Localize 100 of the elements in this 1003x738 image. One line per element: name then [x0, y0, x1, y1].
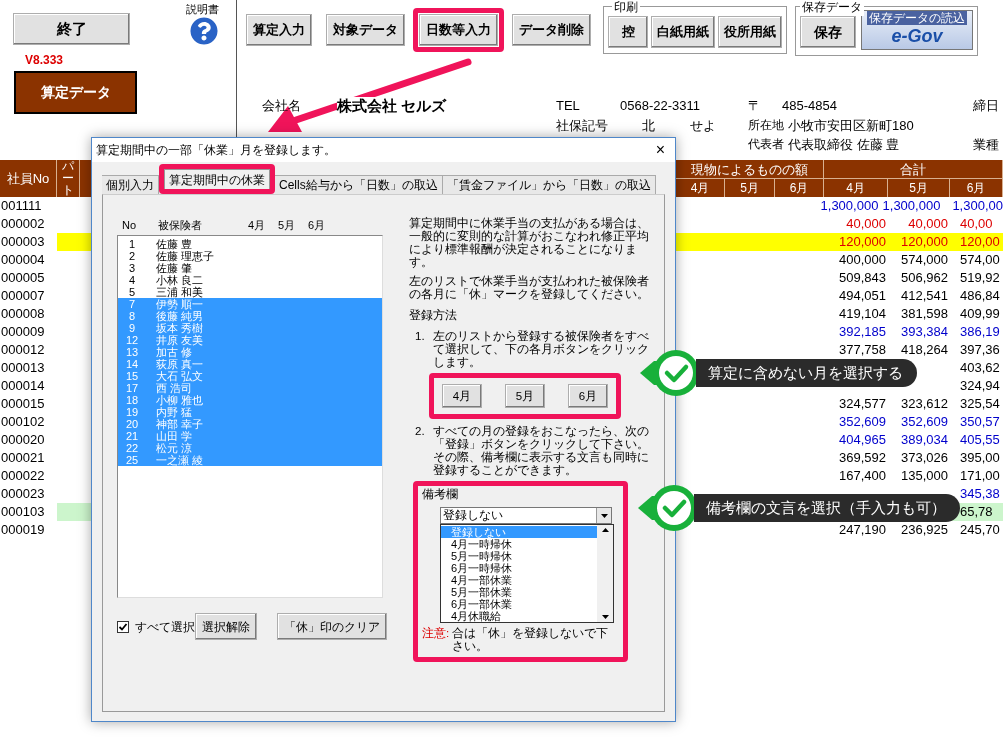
- table-cell-text: 381,598: [900, 305, 949, 323]
- table-cell-text: 412,541: [900, 287, 949, 305]
- dropdown-option[interactable]: 5月一部休業: [441, 586, 597, 598]
- save-button[interactable]: 保存: [800, 16, 856, 48]
- table-cell-text: 000012: [0, 341, 46, 359]
- dropdown-option[interactable]: 4月休職給: [441, 610, 597, 622]
- rep-value: 代表取締役 佐藤 豊: [788, 136, 901, 154]
- column-header: パート: [57, 160, 80, 197]
- table-cell-text: 000102: [0, 413, 46, 431]
- checkmark-icon: [118, 621, 128, 632]
- table-cell-text: 1,300,000: [881, 197, 942, 215]
- print-button[interactable]: 役所用紙: [718, 16, 782, 48]
- zip-value: 485-4854: [782, 97, 838, 115]
- table-cell-text: 1,300,000: [819, 197, 880, 215]
- list-item[interactable]: 2 佐藤 理恵子: [118, 250, 382, 262]
- list-header: 6月: [308, 218, 327, 233]
- table-cell-text: 389,034: [900, 431, 949, 449]
- table-cell-text: 403,62: [959, 359, 1001, 377]
- toolbar-button[interactable]: データ削除: [512, 14, 591, 46]
- calc-data-button[interactable]: 算定データ: [14, 71, 137, 114]
- field-label: 所在地: [748, 117, 785, 134]
- table-cell-text: 377,758: [838, 341, 887, 359]
- table-cell-text: 40,000: [845, 215, 887, 233]
- section-heading: 登録方法: [409, 309, 458, 322]
- toolbar-button[interactable]: 対象データ: [326, 14, 405, 46]
- month-button[interactable]: 6月: [568, 384, 608, 408]
- dialog-tab[interactable]: 算定期間中の休業: [164, 169, 270, 189]
- field-label: 代表者: [748, 136, 785, 153]
- column-header: 6月: [775, 179, 824, 197]
- caution-label: 注意:: [422, 627, 451, 641]
- table-cell-text: 40,00: [959, 215, 994, 233]
- list-item[interactable]: 3 佐藤 肇: [118, 262, 382, 274]
- callout-label: 算定に含めない月を選択する: [696, 359, 917, 387]
- table-cell-text: 40,000: [907, 215, 949, 233]
- print-button[interactable]: 控: [608, 16, 648, 48]
- table-cell-text: 171,00: [959, 467, 1001, 485]
- table-cell-text: 001111: [0, 197, 43, 215]
- list-header: No: [122, 218, 138, 233]
- table-cell-text: 395,00: [959, 449, 1001, 467]
- table-cell-text: 000003: [0, 233, 46, 251]
- table-cell-text: 486,84: [959, 287, 1001, 305]
- dialog-tab[interactable]: 個別入力: [102, 175, 159, 194]
- table-cell-text: 345,38: [959, 485, 1001, 503]
- table-cell-text: 000014: [0, 377, 46, 395]
- dialog-title: 算定期間中の一部「休業」月を登録します。: [96, 142, 336, 159]
- step-number: 1.: [415, 330, 426, 344]
- table-cell-text: 000004: [0, 251, 46, 269]
- table-cell-text: 000005: [0, 269, 46, 287]
- table-cell-text: 135,000: [900, 467, 949, 485]
- help-icon[interactable]: [190, 17, 218, 45]
- table-cell-text: 325,54: [959, 395, 1001, 413]
- table-cell-text: 506,962: [900, 269, 949, 287]
- list-item[interactable]: 1 佐藤 豊: [118, 238, 382, 250]
- toolbar-button[interactable]: 算定入力: [246, 14, 312, 46]
- caution-text: 合は「休」を登録しないで下さい。: [452, 627, 609, 653]
- select-all-checkbox[interactable]: すべて選択: [117, 617, 195, 636]
- print-button[interactable]: 白紙用紙: [651, 16, 715, 48]
- table-cell-text: 519,92: [959, 269, 1001, 287]
- table-cell-text: 000013: [0, 359, 46, 377]
- month-button[interactable]: 4月: [442, 384, 482, 408]
- dialog-tab[interactable]: 「賃金ファイル」から「日数」の取込: [442, 175, 656, 194]
- dialog-tab[interactable]: Cells給与から「日数」の取込: [275, 175, 443, 194]
- step-text: 左のリストから登録する被保険者をすべて選択して、下の各月ボタンをクリックします。: [433, 330, 650, 369]
- table-cell-text: 000002: [0, 215, 46, 233]
- table-cell-text: 65,78: [959, 503, 994, 521]
- month-button[interactable]: 5月: [505, 384, 545, 408]
- instruction-text: 左のリストで休業手当が支払われた被保険者の各月に「休」マークを登録してください。: [409, 275, 650, 301]
- list-item[interactable]: 5 三浦 和美: [118, 286, 382, 298]
- dialog-button[interactable]: 選択解除: [195, 613, 257, 640]
- table-cell-text: 494,051: [838, 287, 887, 305]
- exit-button[interactable]: 終了: [13, 13, 130, 45]
- caret-up-icon[interactable]: [601, 528, 609, 532]
- table-cell-text: 392,185: [838, 323, 887, 341]
- column-header: 4月: [824, 179, 888, 197]
- remarks-combobox[interactable]: 登録しない: [440, 507, 612, 524]
- dropdown-option[interactable]: 6月一部休業: [441, 598, 597, 610]
- dropdown-option[interactable]: 5月一時帰休: [441, 550, 597, 562]
- list-item[interactable]: 4 小林 良二: [118, 274, 382, 286]
- tel-value: 0568-22-3311: [620, 97, 701, 115]
- table-cell-text: 386,19: [959, 323, 1001, 341]
- table-cell-text: 400,000: [838, 251, 887, 269]
- dropdown-option[interactable]: 4月一時帰休: [441, 538, 597, 550]
- scrollbar[interactable]: [597, 525, 613, 622]
- field-label: 会社名: [262, 97, 302, 115]
- table-cell-text: 000007: [0, 287, 46, 305]
- table-cell-text: 000023: [0, 485, 46, 503]
- caret-icon[interactable]: [601, 615, 609, 619]
- table-cell-text: 352,609: [838, 413, 887, 431]
- egov-button[interactable]: 保存データの読込 e-Gov: [861, 10, 973, 50]
- dialog-button[interactable]: 「休」印のクリア: [277, 613, 387, 640]
- table-cell-text: 120,000: [900, 233, 949, 251]
- table-cell-text: 000019: [0, 521, 46, 539]
- close-button[interactable]: ×: [655, 142, 665, 158]
- column-header: 5月: [888, 179, 950, 197]
- dropdown-option[interactable]: 6月一時帰休: [441, 562, 597, 574]
- egov-caption: 保存データの読込: [867, 11, 967, 25]
- table-cell-text: 245,70: [959, 521, 1001, 539]
- dropdown-option[interactable]: 4月一部休業: [441, 574, 597, 586]
- toolbar-button[interactable]: 日数等入力: [419, 14, 498, 46]
- table-cell-text: 419,104: [838, 305, 887, 323]
